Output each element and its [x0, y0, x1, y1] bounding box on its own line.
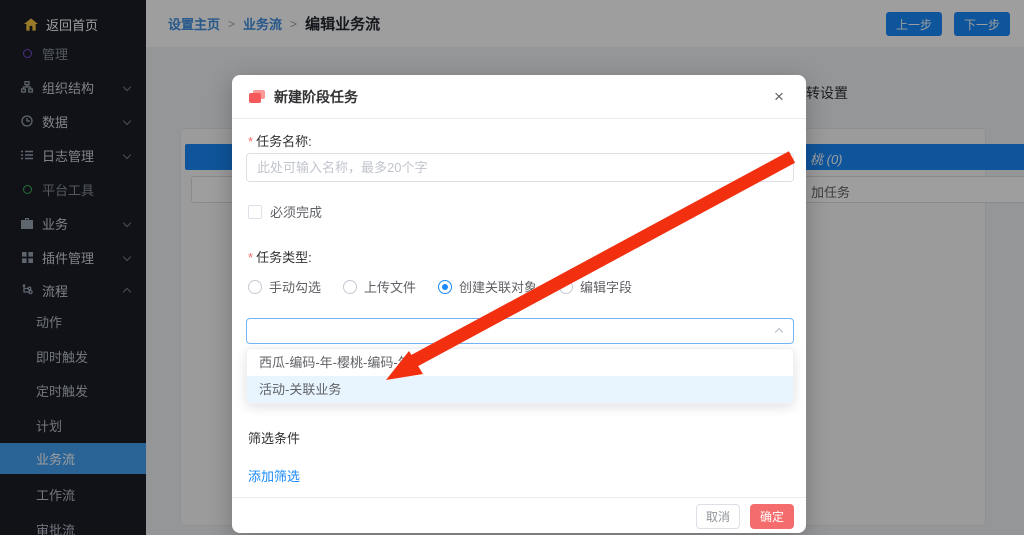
modal-header: 新建阶段任务 ×	[232, 75, 806, 119]
confirm-button[interactable]: 确定	[750, 504, 794, 529]
add-filter-link[interactable]: 添加筛选	[248, 466, 300, 485]
dropdown-option-activity-related[interactable]: 活动-关联业务	[247, 376, 793, 403]
dropdown-option-watermelon[interactable]: 西瓜-编码-年-樱桃-编码-年	[247, 349, 793, 376]
cancel-button[interactable]: 取消	[696, 504, 740, 529]
close-icon[interactable]: ×	[768, 86, 790, 108]
must-complete-label: 必须完成	[270, 202, 322, 221]
task-name-label: *任务名称:	[248, 131, 312, 150]
radio-upload-file[interactable]: 上传文件	[343, 277, 416, 296]
radio-manual-check[interactable]: 手动勾选	[248, 277, 321, 296]
app-root: 返回首页 管理 组织结构 数据 日志管理	[0, 0, 1024, 535]
required-asterisk: *	[248, 250, 253, 265]
filter-section-label: 筛选条件	[248, 428, 300, 447]
modal-title: 新建阶段任务	[274, 87, 358, 107]
task-name-input[interactable]	[246, 153, 794, 182]
related-object-select[interactable]	[246, 318, 794, 344]
folder-icon	[249, 90, 265, 103]
checkbox-unchecked-icon[interactable]	[248, 205, 262, 219]
radio-label: 手动勾选	[269, 277, 321, 296]
radio-icon[interactable]	[559, 280, 573, 294]
radio-label: 上传文件	[364, 277, 416, 296]
task-type-radio-group: 手动勾选 上传文件 创建关联对象 编辑字段	[248, 277, 632, 296]
radio-create-related-object[interactable]: 创建关联对象	[438, 277, 537, 296]
radio-label: 编辑字段	[580, 277, 632, 296]
must-complete-checkbox-row[interactable]: 必须完成	[248, 202, 322, 221]
radio-edit-field[interactable]: 编辑字段	[559, 277, 632, 296]
select-dropdown-panel: 西瓜-编码-年-樱桃-编码-年 活动-关联业务	[246, 348, 794, 404]
new-stage-task-modal: 新建阶段任务 × *任务名称: 必须完成 *任务类型: 手动勾选 上传文件	[232, 75, 806, 533]
task-type-label: *任务类型:	[248, 247, 312, 266]
radio-selected-icon[interactable]	[438, 280, 452, 294]
required-asterisk: *	[248, 134, 253, 149]
radio-icon[interactable]	[343, 280, 357, 294]
chevron-up-icon	[775, 328, 783, 336]
modal-footer: 取消 确定	[232, 497, 806, 533]
radio-label: 创建关联对象	[459, 277, 537, 296]
radio-icon[interactable]	[248, 280, 262, 294]
